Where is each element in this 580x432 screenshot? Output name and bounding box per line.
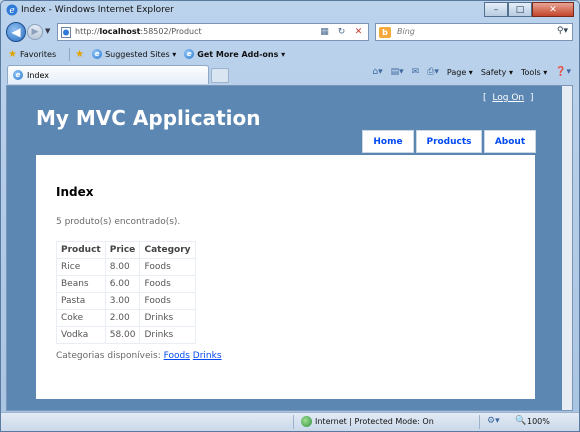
new-tab-button[interactable]: [211, 68, 229, 83]
table-row: Coke 2.00 Drinks: [56, 309, 196, 327]
category-link-foods[interactable]: Foods: [164, 351, 190, 361]
page-menu[interactable]: Page ▾: [447, 68, 473, 77]
product-cell: Beans: [56, 275, 106, 293]
price-cell: 3.00: [104, 292, 141, 310]
category-link-drinks[interactable]: Drinks: [193, 351, 222, 361]
menu-products[interactable]: Products: [416, 130, 482, 153]
menu-about[interactable]: About: [484, 130, 536, 153]
price-cell: 6.00: [104, 275, 141, 293]
categories-line: Categorias disponíveis: Foods Drinks: [56, 351, 222, 361]
table-header-row: Product Price Category: [56, 241, 196, 259]
divider: [293, 415, 294, 429]
product-cell: Rice: [56, 258, 106, 276]
search-icon[interactable]: ⚲▾: [557, 26, 568, 36]
maximize-button[interactable]: □: [508, 2, 532, 17]
product-cell: Vodka: [56, 326, 106, 344]
divider: [69, 47, 71, 61]
bing-icon: b: [379, 27, 391, 38]
table-row: Rice 8.00 Foods: [56, 258, 196, 276]
recent-pages-dropdown[interactable]: ▼: [45, 27, 50, 35]
table-row: Vodka 58.00 Drinks: [56, 326, 196, 344]
status-bar: Internet | Protected Mode: On ⚙▾ 🔍 100%: [1, 412, 579, 431]
minimize-button[interactable]: –: [484, 2, 508, 17]
compatibility-view-icon[interactable]: ▦: [317, 25, 332, 39]
page-heading: Index: [56, 185, 94, 199]
categories-label: Categorias disponíveis:: [56, 351, 161, 361]
log-on-link[interactable]: Log On: [492, 93, 524, 103]
window-title: Index - Windows Internet Explorer: [21, 5, 174, 15]
protected-mode-icon[interactable]: ⚙▾: [487, 416, 500, 426]
print-icon[interactable]: ⎙▾: [427, 67, 439, 77]
forward-button[interactable]: ▶: [27, 24, 43, 40]
ie-icon: e: [184, 49, 195, 59]
tab-index[interactable]: e Index: [7, 65, 209, 84]
home-icon[interactable]: ⌂▾: [372, 67, 382, 77]
product-cell: Coke: [56, 309, 106, 327]
scrollbar[interactable]: [562, 86, 572, 410]
ie-icon: e: [92, 49, 103, 59]
command-bar: ⌂▾ ▤▾ ✉ ⎙▾ Page ▾ Safety ▾ Tools ▾ ❓▾: [372, 67, 571, 77]
site-title: My MVC Application: [36, 106, 261, 130]
menu-home[interactable]: Home: [362, 130, 414, 153]
price-cell: 2.00: [104, 309, 141, 327]
favorites-bar: ★ Favorites ★ e Suggested Sites ▾ e Get …: [1, 45, 579, 63]
url-text[interactable]: http://localhost:58502/Product: [75, 27, 202, 36]
search-input[interactable]: Bing: [397, 27, 415, 36]
category-cell: Drinks: [139, 309, 196, 327]
close-button[interactable]: ✕: [532, 2, 574, 17]
table-row: Pasta 3.00 Foods: [56, 292, 196, 310]
address-row: ◀ ▶ ▼ http://localhost:58502/Product ▦ ↻…: [1, 21, 579, 44]
help-icon[interactable]: ❓▾: [555, 67, 571, 77]
price-cell: 58.00: [104, 326, 141, 344]
stop-icon[interactable]: ✕: [351, 25, 366, 39]
ie-icon: e: [13, 70, 23, 80]
price-cell: 8.00: [104, 258, 141, 276]
zoom-level[interactable]: 100%: [527, 417, 550, 426]
window-controls: – □ ✕: [484, 2, 574, 17]
column-header: Product: [56, 241, 106, 259]
security-zone[interactable]: Internet | Protected Mode: On: [315, 417, 434, 426]
svg-text:e: e: [9, 6, 14, 16]
column-header: Category: [139, 241, 196, 259]
main-menu: Home Products About: [362, 130, 536, 153]
category-cell: Drinks: [139, 326, 196, 344]
page-viewport: [ Log On ] My MVC Application Home Produ…: [6, 85, 573, 411]
main-content: Index 5 produto(s) encontrado(s). Produc…: [36, 155, 535, 399]
category-cell: Foods: [139, 275, 196, 293]
favorites-button[interactable]: ★ Favorites: [8, 49, 56, 60]
suggested-sites-button[interactable]: e Suggested Sites ▾: [92, 49, 176, 59]
category-cell: Foods: [139, 292, 196, 310]
tools-menu[interactable]: Tools ▾: [521, 68, 547, 77]
get-addons-button[interactable]: e Get More Add-ons ▾: [184, 49, 285, 59]
column-header: Price: [104, 241, 141, 259]
add-favorite-icon: ★: [75, 48, 85, 60]
feeds-icon[interactable]: ▤▾: [391, 67, 404, 77]
safety-menu[interactable]: Safety ▾: [481, 68, 513, 77]
login-display: [ Log On ]: [483, 93, 534, 103]
table-row: Beans 6.00 Foods: [56, 275, 196, 293]
ie-logo-icon: e: [6, 4, 18, 16]
star-icon: ★: [8, 48, 17, 60]
divider: [479, 415, 480, 429]
title-bar: e Index - Windows Internet Explorer – □ …: [1, 1, 579, 20]
mail-icon[interactable]: ✉: [412, 67, 420, 77]
result-count: 5 produto(s) encontrado(s).: [56, 217, 181, 227]
refresh-icon[interactable]: ↻: [334, 25, 349, 39]
page-icon: [61, 27, 71, 38]
products-table: Product Price Category Rice 8.00 Foods B…: [56, 241, 196, 344]
search-box[interactable]: b Bing ⚲▾: [375, 23, 573, 41]
address-bar[interactable]: http://localhost:58502/Product ▦ ↻ ✕: [57, 23, 369, 41]
category-cell: Foods: [139, 258, 196, 276]
back-button[interactable]: ◀: [6, 22, 26, 42]
add-to-favorites-button[interactable]: ★: [75, 49, 84, 60]
tab-row: e Index ⌂▾ ▤▾ ✉ ⎙▾ Page ▾ Safety ▾ Tools…: [1, 64, 579, 84]
globe-icon: [301, 416, 312, 427]
product-cell: Pasta: [56, 292, 106, 310]
browser-window: e Index - Windows Internet Explorer – □ …: [0, 0, 580, 432]
zoom-icon[interactable]: 🔍: [515, 416, 526, 426]
